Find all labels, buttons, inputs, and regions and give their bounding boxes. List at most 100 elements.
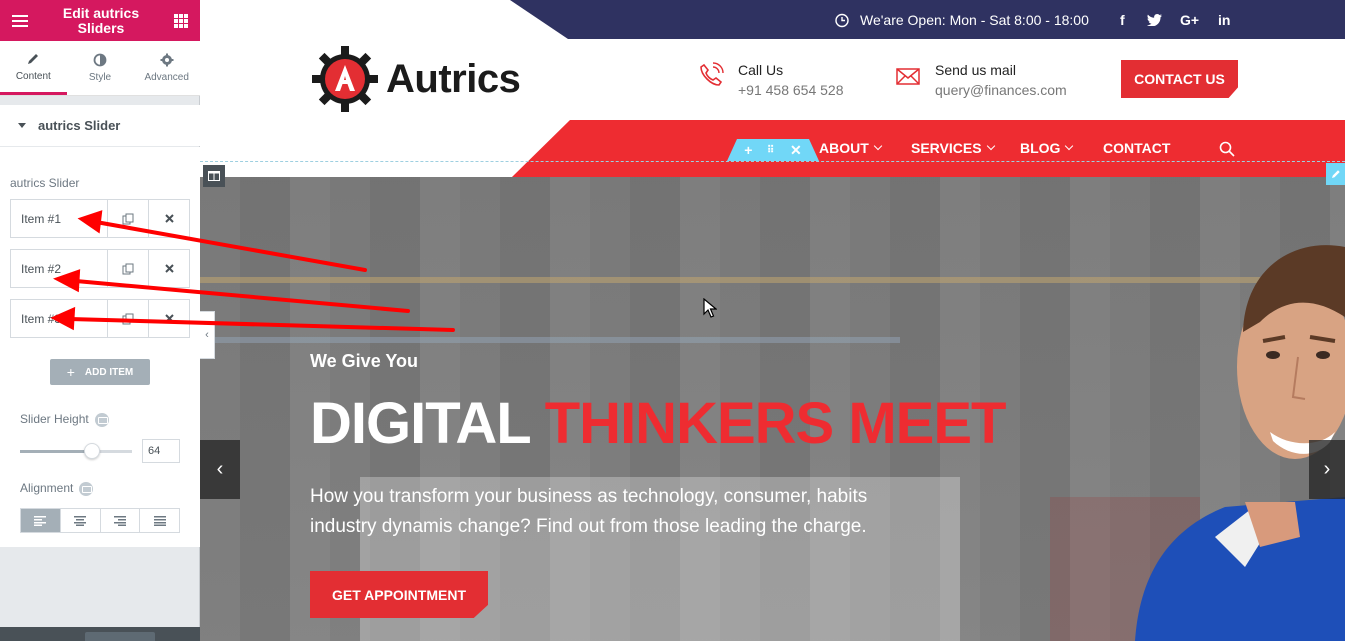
pencil-icon: [28, 53, 39, 64]
google-plus-icon[interactable]: G+: [1180, 0, 1199, 39]
align-right-button[interactable]: [101, 509, 141, 532]
align-left-button[interactable]: [21, 509, 61, 532]
mouse-cursor-icon: [703, 298, 717, 318]
remove-icon[interactable]: [148, 250, 189, 287]
envelope-icon: [896, 68, 920, 85]
nav-item-contact[interactable]: CONTACT: [1103, 140, 1170, 156]
chevron-down-icon: [1065, 141, 1074, 151]
hero-pretitle: We Give You: [310, 351, 419, 371]
nav-item-about[interactable]: ABOUT: [819, 140, 883, 156]
duplicate-icon[interactable]: [107, 300, 148, 337]
slider-height-label: Slider Height: [20, 412, 109, 427]
send-mail-block: Send us mail query@finances.com: [895, 62, 1067, 98]
call-us-number[interactable]: +91 458 654 528: [738, 82, 844, 98]
tab-content-label: Content: [15, 70, 51, 82]
repeater-item-title[interactable]: Item #1: [11, 200, 107, 237]
repeater-label: autrics Slider: [10, 176, 80, 190]
slider-height-thumb[interactable]: [83, 443, 100, 459]
send-mail-text: Send us mail query@finances.com: [935, 62, 1067, 98]
section-toggle[interactable]: autrics Slider: [0, 105, 200, 146]
chevron-down-icon: [986, 141, 995, 151]
responsive-icon[interactable]: [79, 481, 94, 496]
nav-services-label: SERVICES: [911, 140, 982, 156]
collapse-panel-handle[interactable]: ‹: [200, 311, 215, 359]
duplicate-icon[interactable]: [107, 250, 148, 287]
search-icon[interactable]: [1219, 141, 1235, 162]
duplicate-icon[interactable]: [107, 200, 148, 237]
tab-style-label: Style: [88, 72, 112, 83]
call-us-text: Call Us +91 458 654 528: [738, 62, 844, 98]
chevron-down-icon: [873, 141, 883, 151]
call-us-block: Call Us +91 458 654 528: [698, 62, 844, 98]
remove-icon[interactable]: [148, 200, 189, 237]
send-mail-title: Send us mail: [935, 62, 1016, 78]
twitter-icon[interactable]: [1147, 0, 1162, 39]
section-boundary: [200, 161, 1345, 162]
panel-title: Edit autrics Sliders: [62, 4, 140, 36]
repeater-item-title[interactable]: Item #2: [11, 250, 107, 287]
repeater-item-title[interactable]: Item #3: [11, 300, 107, 337]
top-bar-cutout: [200, 0, 568, 39]
slider-height-fill: [20, 450, 92, 453]
repeater-item: Item #3: [10, 299, 190, 338]
slider-height-text: Slider Height: [20, 412, 89, 426]
nav-item-services[interactable]: SERVICES: [911, 140, 995, 156]
align-left-icon: [34, 515, 47, 526]
contact-us-button[interactable]: CONTACT US: [1121, 60, 1238, 98]
controls-area: autrics Slider Item #1 Item #2 Item #3 +…: [0, 147, 200, 547]
repeater-item: Item #2: [10, 249, 190, 288]
chevron-left-icon: ‹: [205, 329, 209, 341]
edit-widget-icon[interactable]: [1326, 163, 1345, 185]
slider-height-input[interactable]: [142, 439, 180, 463]
columns-icon[interactable]: [203, 165, 225, 187]
slider-next-button[interactable]: ›: [1309, 440, 1345, 499]
menu-icon[interactable]: [12, 14, 28, 27]
tab-advanced[interactable]: Advanced: [133, 41, 200, 95]
drag-handle-icon[interactable]: ⠿: [767, 145, 775, 156]
caret-down-icon: [18, 123, 26, 128]
align-center-button[interactable]: [61, 509, 101, 532]
open-hours-text: We'are Open: Mon - Sat 8:00 - 18:00: [860, 11, 1089, 28]
plus-icon: +: [66, 364, 75, 380]
repeater-item: Item #1: [10, 199, 190, 238]
call-us-title: Call Us: [738, 62, 784, 78]
tab-advanced-label: Advanced: [144, 72, 189, 83]
remove-icon[interactable]: [148, 300, 189, 337]
site-preview: We'are Open: Mon - Sat 8:00 - 18:00 f G+…: [200, 0, 1345, 641]
site-logo[interactable]: Autrics: [310, 44, 521, 114]
align-justify-icon: [153, 515, 166, 526]
close-icon[interactable]: ✕: [790, 142, 802, 159]
hero-title-white: DIGITAL: [310, 391, 531, 456]
facebook-icon[interactable]: f: [1120, 0, 1125, 39]
align-right-icon: [113, 515, 126, 526]
nav-item-blog[interactable]: BLOG: [1020, 140, 1074, 156]
chevron-right-icon: ›: [1323, 458, 1331, 480]
tab-style[interactable]: Style: [67, 41, 134, 95]
background-pipe: [200, 337, 900, 343]
footer-tab[interactable]: [85, 632, 155, 641]
slider-prev-button[interactable]: ‹: [200, 440, 240, 499]
section-title: autrics Slider: [38, 118, 121, 133]
logo-text: Autrics: [386, 56, 521, 101]
linkedin-icon[interactable]: in: [1218, 0, 1230, 39]
alignment-label: Alignment: [20, 481, 94, 496]
panel-header: Edit autrics Sliders: [0, 0, 200, 41]
alignment-text: Alignment: [20, 481, 74, 495]
slider-height-track[interactable]: [20, 443, 132, 459]
chevron-left-icon: ‹: [216, 458, 224, 480]
nav-about-label: ABOUT: [819, 140, 869, 156]
widgets-grid-icon[interactable]: [174, 13, 188, 28]
tab-content[interactable]: Content: [0, 41, 67, 95]
responsive-icon[interactable]: [94, 412, 109, 427]
nav-blog-label: BLOG: [1020, 140, 1061, 156]
send-mail-address[interactable]: query@finances.com: [935, 82, 1067, 98]
align-center-icon: [74, 515, 87, 526]
add-item-button[interactable]: + ADD ITEM: [50, 359, 150, 385]
get-appointment-button[interactable]: GET APPOINTMENT: [310, 571, 488, 618]
align-justify-button[interactable]: [140, 509, 179, 532]
open-hours: We'are Open: Mon - Sat 8:00 - 18:00: [834, 0, 1089, 39]
gear-icon: [160, 53, 174, 67]
person-image: [1135, 245, 1345, 641]
contrast-icon: [93, 53, 107, 67]
add-section-icon[interactable]: +: [744, 142, 752, 158]
